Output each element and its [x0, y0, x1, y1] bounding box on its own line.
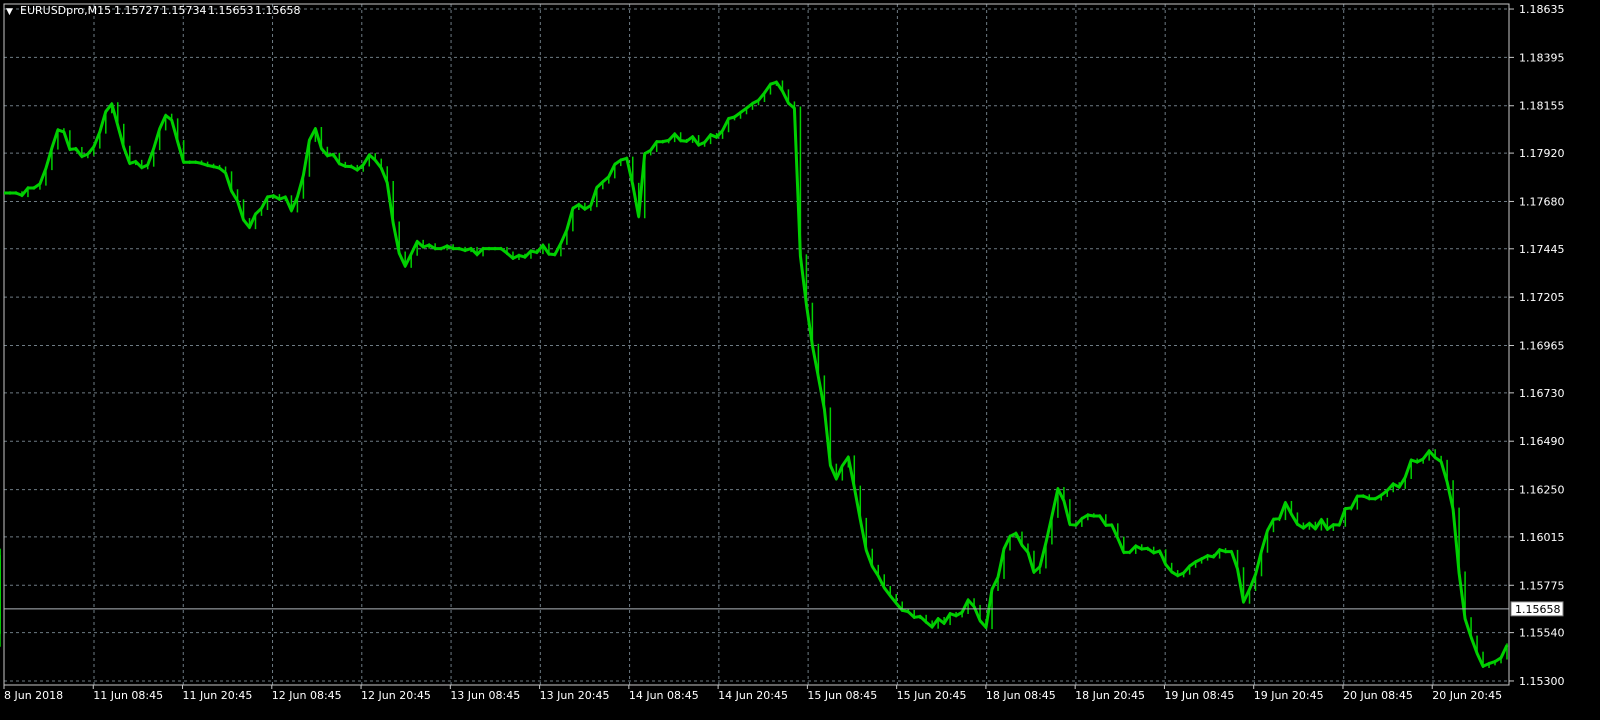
price-series: [0, 80, 1509, 668]
x-tick-label: 20 Jun 08:45: [1343, 689, 1413, 702]
x-tick-label: 14 Jun 08:45: [629, 689, 699, 702]
x-tick-label: 15 Jun 08:45: [807, 689, 877, 702]
y-tick-label: 1.15775: [1519, 579, 1565, 592]
x-tick-label: 11 Jun 20:45: [183, 689, 253, 702]
ohlc-open: 1.15727: [114, 4, 160, 17]
symbol-label: EURUSDpro,M15: [20, 4, 111, 17]
x-tick-label: 13 Jun 20:45: [540, 689, 610, 702]
x-tick-label: 18 Jun 08:45: [986, 689, 1056, 702]
x-tick-label: 15 Jun 20:45: [897, 689, 967, 702]
ohlc-close: 1.15658: [255, 4, 301, 17]
y-tick-label: 1.16730: [1519, 387, 1565, 400]
x-tick-label: 14 Jun 20:45: [718, 689, 788, 702]
x-tick-label: 11 Jun 08:45: [93, 689, 163, 702]
time-axis[interactable]: 8 Jun 2018 11 Jun 08:45 11 Jun 20:45 12 Jun…: [3, 685, 1502, 702]
price-chart[interactable]: 1.18635 1.18395 1.18155 1.17920 1.17680 1.174…: [0, 0, 1600, 720]
y-tick-label: 1.16490: [1519, 435, 1565, 448]
x-tick-label: 12 Jun 20:45: [361, 689, 431, 702]
y-tick-label: 1.18155: [1519, 100, 1565, 113]
y-tick-label: 1.16250: [1519, 484, 1565, 497]
x-tick-label: 18 Jun 20:45: [1075, 689, 1145, 702]
x-tick-label: 19 Jun 20:45: [1254, 689, 1324, 702]
price-axis[interactable]: 1.18635 1.18395 1.18155 1.17920 1.17680 1.174…: [1509, 3, 1565, 688]
x-tick-label: 13 Jun 08:45: [450, 689, 520, 702]
y-tick-label: 1.17205: [1519, 291, 1565, 304]
ohlc-high: 1.15734: [161, 4, 207, 17]
y-tick-label: 1.17920: [1519, 147, 1565, 160]
chart-menu-icon[interactable]: ▼: [6, 7, 13, 17]
y-tick-label: 1.17445: [1519, 243, 1565, 256]
y-tick-label: 1.15300: [1519, 675, 1565, 688]
chart-header: ▼ EURUSDpro,M15 1.15727 1.15734 1.15653 …: [6, 4, 301, 17]
grid: [4, 4, 1509, 685]
x-tick-label: 20 Jun 20:45: [1432, 689, 1502, 702]
ohlc-low: 1.15653: [208, 4, 254, 17]
x-tick-label: 12 Jun 08:45: [272, 689, 342, 702]
y-tick-label: 1.17680: [1519, 195, 1565, 208]
y-tick-label: 1.18395: [1519, 51, 1565, 64]
x-tick-label: 8 Jun 2018: [4, 689, 63, 702]
y-tick-label: 1.16015: [1519, 531, 1565, 544]
y-tick-label: 1.15540: [1519, 627, 1565, 640]
y-tick-label: 1.18635: [1519, 3, 1565, 16]
price-line: [4, 80, 1509, 668]
current-price-label: 1.15658: [1515, 603, 1561, 616]
x-tick-label: 19 Jun 08:45: [1164, 689, 1234, 702]
y-tick-label: 1.16965: [1519, 340, 1565, 353]
chart-window[interactable]: 1.18635 1.18395 1.18155 1.17920 1.17680 1.174…: [0, 0, 1600, 720]
